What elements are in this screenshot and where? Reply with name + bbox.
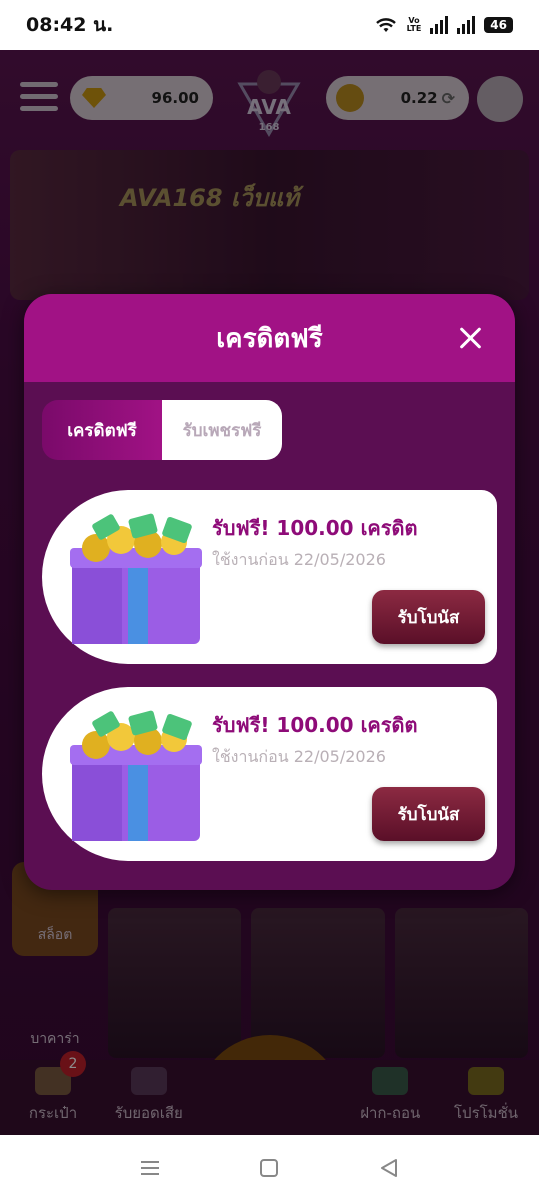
bonus-card: รับฟรี! 100.00 เครดิต ใช้งานก่อน 22/05/2… [42, 490, 497, 664]
tab-bar: เครดิตฟรี รับเพชรฟรี [42, 400, 282, 460]
gift-box-icon [70, 710, 202, 841]
modal-title: เครดิตฟรี [216, 323, 323, 354]
tab-free-credit[interactable]: เครดิตฟรี [42, 400, 162, 460]
claim-bonus-button[interactable]: รับโบนัส [372, 787, 485, 841]
status-bar: 08:42 น. Vo LTE 46 [0, 0, 539, 50]
card-expiry: ใช้งานก่อน 22/05/2026 [212, 747, 386, 766]
back-icon[interactable] [369, 1153, 409, 1183]
clock: 08:42 น. [26, 14, 114, 36]
card-title: รับฟรี! 100.00 เครดิต [212, 516, 418, 540]
battery-icon: 46 [484, 17, 513, 33]
signal-icon [430, 16, 449, 34]
system-nav-bar [0, 1135, 539, 1200]
gift-box-icon [70, 513, 202, 644]
tab-free-diamond[interactable]: รับเพชรฟรี [162, 400, 282, 460]
wifi-icon [375, 18, 396, 32]
volte-indicator: Vo LTE [407, 17, 422, 33]
bonus-card: รับฟรี! 100.00 เครดิต ใช้งานก่อน 22/05/2… [42, 687, 497, 861]
recents-icon[interactable] [130, 1153, 170, 1183]
close-icon[interactable] [457, 324, 485, 352]
claim-bonus-button[interactable]: รับโบนัส [372, 590, 485, 644]
card-title: รับฟรี! 100.00 เครดิต [212, 713, 418, 737]
home-icon[interactable] [249, 1153, 289, 1183]
status-icons: Vo LTE 46 [374, 16, 513, 34]
signal-icon-2 [457, 16, 476, 34]
card-expiry: ใช้งานก่อน 22/05/2026 [212, 550, 386, 569]
volte-bottom-label: LTE [406, 24, 422, 33]
modal-header: เครดิตฟรี [24, 294, 515, 382]
free-credit-modal: เครดิตฟรี เครดิตฟรี รับเพชรฟรี รับฟรี! 1… [24, 294, 515, 890]
